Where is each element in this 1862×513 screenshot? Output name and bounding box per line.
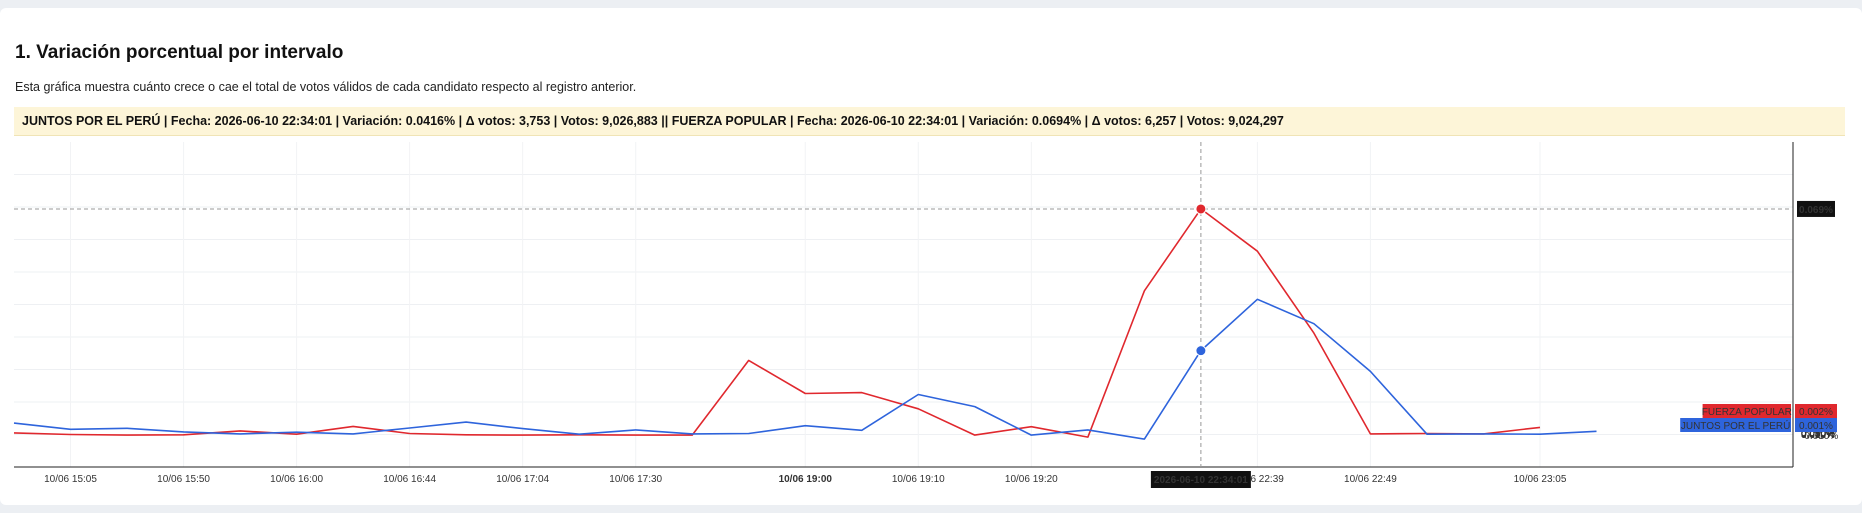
last-value-label: 0.001% xyxy=(1799,421,1833,432)
x-tick-label: 10/06 15:05 xyxy=(44,474,97,485)
x-tick-label: 10/06 16:00 xyxy=(270,474,323,485)
x-tick-label: 10/06 17:30 xyxy=(609,474,662,485)
x-tick-label: 10/06 19:20 xyxy=(1005,474,1058,485)
crosshair-marker xyxy=(1195,203,1207,215)
y-tick-label: -0.010% xyxy=(1801,431,1838,442)
x-tick-label: 10/06 15:50 xyxy=(157,474,210,485)
x-tick-label: 10/06 23:05 xyxy=(1514,474,1567,485)
variation-line-chart[interactable]: 0.080%0.070%0.060%0.050%0.040%0.030%0.02… xyxy=(0,0,1862,513)
x-tick-label: 10/06 16:44 xyxy=(383,474,436,485)
series-name-label: FUERZA POPULAR xyxy=(1702,407,1792,418)
crosshair-marker xyxy=(1195,345,1207,357)
series-name-label: JUNTOS POR EL PERÚ xyxy=(1681,419,1790,432)
crosshair-value-label: 0.069% xyxy=(1799,205,1833,216)
crosshair-date-label: 2026-06-10 22:34:01 xyxy=(1154,475,1248,486)
x-tick-label: 10/06 19:00 xyxy=(779,474,833,485)
x-tick-label: 10/06 17:04 xyxy=(496,474,549,485)
x-tick-label: 10/06 19:10 xyxy=(892,474,945,485)
x-tick-label: 10/06 22:49 xyxy=(1344,474,1397,485)
last-value-label: 0.002% xyxy=(1799,407,1833,418)
